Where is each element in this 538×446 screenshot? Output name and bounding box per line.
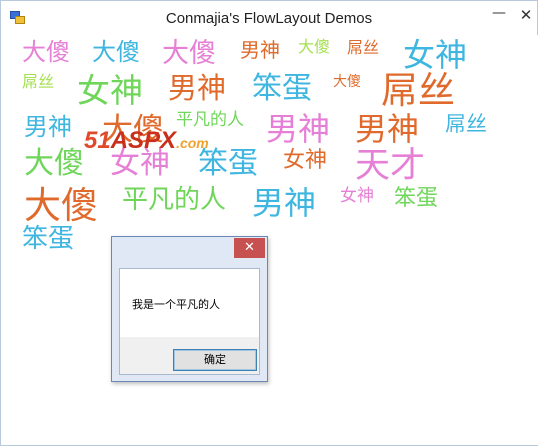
word-label: 男神 (266, 110, 331, 148)
word-label: 男神 (240, 38, 280, 62)
close-button[interactable]: ✕ (513, 5, 538, 25)
word-label: 大傻 (92, 38, 140, 66)
word-label: 天才 (355, 146, 426, 186)
word-label: 大傻 (22, 38, 70, 66)
watermark-logo: 51ASPX.com (84, 127, 209, 155)
word-label: 屌丝 (22, 72, 55, 91)
title-bar: Conmajia's FlowLayout Demos — ✕ (1, 1, 537, 35)
word-label: 女神 (283, 148, 328, 173)
word-label: 大傻 (298, 37, 331, 56)
word-label: 笨蛋 (252, 71, 312, 106)
word-label: 女神 (403, 36, 468, 74)
word-label: 大傻 (162, 38, 216, 69)
word-label: 笨蛋 (394, 186, 439, 211)
word-label: 屌丝 (381, 69, 455, 112)
watermark-part1: 51 (84, 127, 111, 154)
word-label: 大傻 (24, 146, 84, 181)
minimize-button[interactable]: — (485, 5, 513, 25)
word-label: 女神 (77, 71, 143, 110)
word-label: 女神 (340, 186, 374, 206)
word-label: 屌丝 (347, 38, 380, 57)
watermark-part2: ASPX (110, 127, 177, 154)
message-box: ✕ 我是一个平凡的人 确定 (111, 236, 268, 382)
ok-button[interactable]: 确定 (173, 349, 257, 371)
word-label: 男神 (252, 184, 317, 222)
word-label: 男神 (355, 110, 420, 148)
watermark-part3: .com (176, 135, 209, 151)
dialog-close-button[interactable]: ✕ (234, 238, 265, 258)
flow-layout-panel: 大傻 大傻 大傻 男神 大傻 屌丝 女神 屌丝 女神 男神 笨蛋 大傻 屌丝 男… (2, 35, 538, 445)
word-label: 大傻 (24, 184, 98, 227)
word-label: 平凡的人 (122, 185, 227, 215)
dialog-message: 我是一个平凡的人 (132, 298, 220, 311)
word-label: 屌丝 (445, 112, 487, 136)
main-window: Conmajia's FlowLayout Demos — ✕ 大傻 大傻 大傻… (0, 0, 538, 446)
word-label: 男神 (168, 71, 227, 105)
word-label: 男神 (24, 113, 72, 141)
word-label: 大傻 (333, 74, 361, 90)
window-title: Conmajia's FlowLayout Demos (165, 10, 373, 27)
word-label: 笨蛋 (22, 224, 75, 254)
dialog-body: 我是一个平凡的人 确定 (119, 268, 260, 375)
